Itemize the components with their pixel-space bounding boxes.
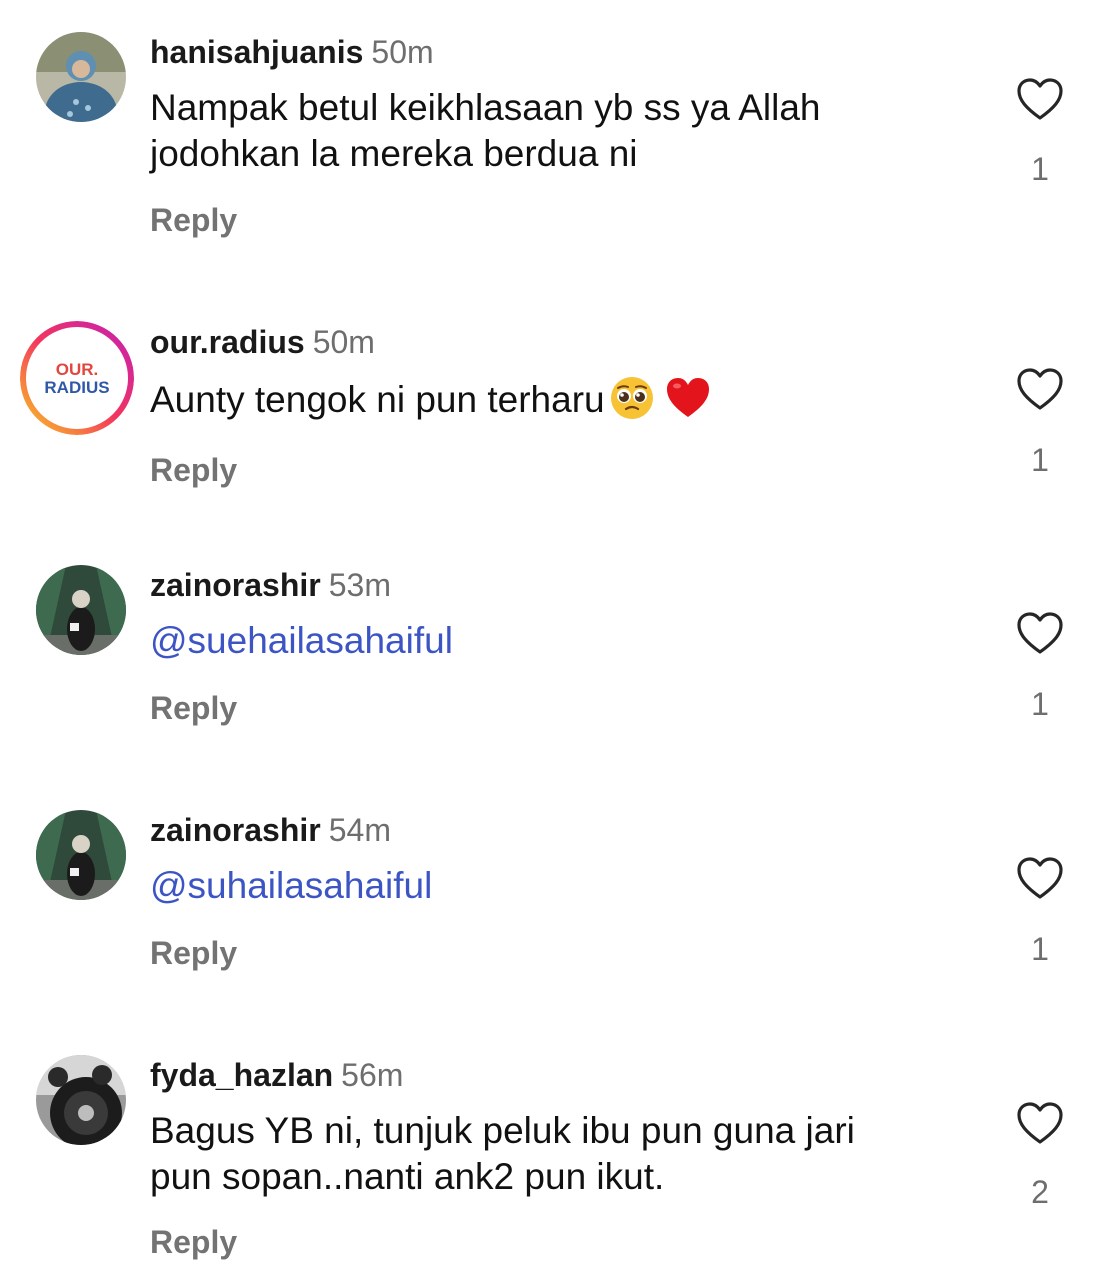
username[interactable]: fyda_hazlan bbox=[150, 1057, 333, 1093]
comment-item: zainorashir 54m @suhailasahaiful Reply 1 bbox=[0, 795, 1120, 1015]
mention-link[interactable]: @suehailasahaiful bbox=[150, 618, 950, 664]
reply-button[interactable]: Reply bbox=[150, 200, 237, 240]
comment-text-line: pun sopan..nanti ank2 pun ikut. bbox=[150, 1156, 665, 1197]
avatar-logo-text: RADIUS bbox=[44, 378, 109, 397]
avatar-logo-text: OUR. bbox=[56, 360, 99, 379]
comment-text-line: jodohkan la mereka berdua ni bbox=[150, 133, 638, 174]
pleading-face-emoji-icon bbox=[610, 377, 653, 419]
comment-text-line: Aunty tengok ni pun terharu bbox=[150, 379, 605, 420]
avatar[interactable] bbox=[36, 1055, 126, 1145]
heart-outline-icon[interactable] bbox=[1016, 611, 1064, 655]
comment-meta: zainorashir 54m bbox=[150, 810, 391, 850]
like-count: 1 bbox=[1031, 442, 1049, 478]
comment-text-line: Nampak betul keikhlasaan yb ss ya Allah bbox=[150, 87, 821, 128]
username[interactable]: zainorashir bbox=[150, 567, 321, 603]
avatar[interactable] bbox=[36, 810, 126, 900]
comment-meta: fyda_hazlan 56m bbox=[150, 1055, 403, 1095]
avatar[interactable] bbox=[36, 565, 126, 655]
comment-item: OUR. RADIUS our.radius 50m Aunty tengok n… bbox=[0, 300, 1120, 520]
like-count: 2 bbox=[1031, 1174, 1049, 1210]
heart-outline-icon[interactable] bbox=[1016, 77, 1064, 121]
comment-text: Nampak betul keikhlasaan yb ss ya Allah … bbox=[150, 85, 950, 177]
red-heart-emoji-icon bbox=[666, 378, 709, 417]
reply-button[interactable]: Reply bbox=[150, 1222, 237, 1262]
comment-time: 50m bbox=[371, 34, 434, 70]
like-count: 1 bbox=[1031, 931, 1049, 967]
username[interactable]: our.radius bbox=[150, 324, 305, 360]
like-count: 1 bbox=[1031, 686, 1049, 722]
comment-time: 50m bbox=[312, 324, 375, 360]
comment-item: fyda_hazlan 56m Bagus YB ni, tunjuk peluk… bbox=[0, 1040, 1120, 1280]
reply-button[interactable]: Reply bbox=[150, 933, 237, 973]
comment-text-line: Bagus YB ni, tunjuk peluk ibu pun guna j… bbox=[150, 1110, 855, 1151]
reply-button[interactable]: Reply bbox=[150, 450, 237, 490]
comment-time: 56m bbox=[341, 1057, 404, 1093]
like-count: 1 bbox=[1031, 151, 1049, 187]
avatar[interactable] bbox=[36, 32, 126, 122]
username[interactable]: hanisahjuanis bbox=[150, 34, 363, 70]
heart-outline-icon[interactable] bbox=[1016, 856, 1064, 900]
comment-time: 54m bbox=[328, 812, 391, 848]
username[interactable]: zainorashir bbox=[150, 812, 321, 848]
heart-outline-icon[interactable] bbox=[1016, 1101, 1064, 1145]
comment-text: Bagus YB ni, tunjuk peluk ibu pun guna j… bbox=[150, 1108, 950, 1200]
comment-time: 53m bbox=[328, 567, 391, 603]
comment-item: hanisahjuanis 50m Nampak betul keikhlasaa… bbox=[0, 0, 1120, 270]
comment-text: Aunty tengok ni pun terharu bbox=[150, 375, 950, 423]
mention-link[interactable]: @suhailasahaiful bbox=[150, 863, 950, 909]
comment-meta: our.radius 50m bbox=[150, 322, 375, 362]
comment-meta: zainorashir 53m bbox=[150, 565, 391, 605]
heart-outline-icon[interactable] bbox=[1016, 367, 1064, 411]
avatar[interactable]: OUR. RADIUS bbox=[20, 321, 134, 435]
comment-meta: hanisahjuanis 50m bbox=[150, 32, 434, 72]
comment-item: zainorashir 53m @suehailasahaiful Reply 1 bbox=[0, 550, 1120, 770]
reply-button[interactable]: Reply bbox=[150, 688, 237, 728]
